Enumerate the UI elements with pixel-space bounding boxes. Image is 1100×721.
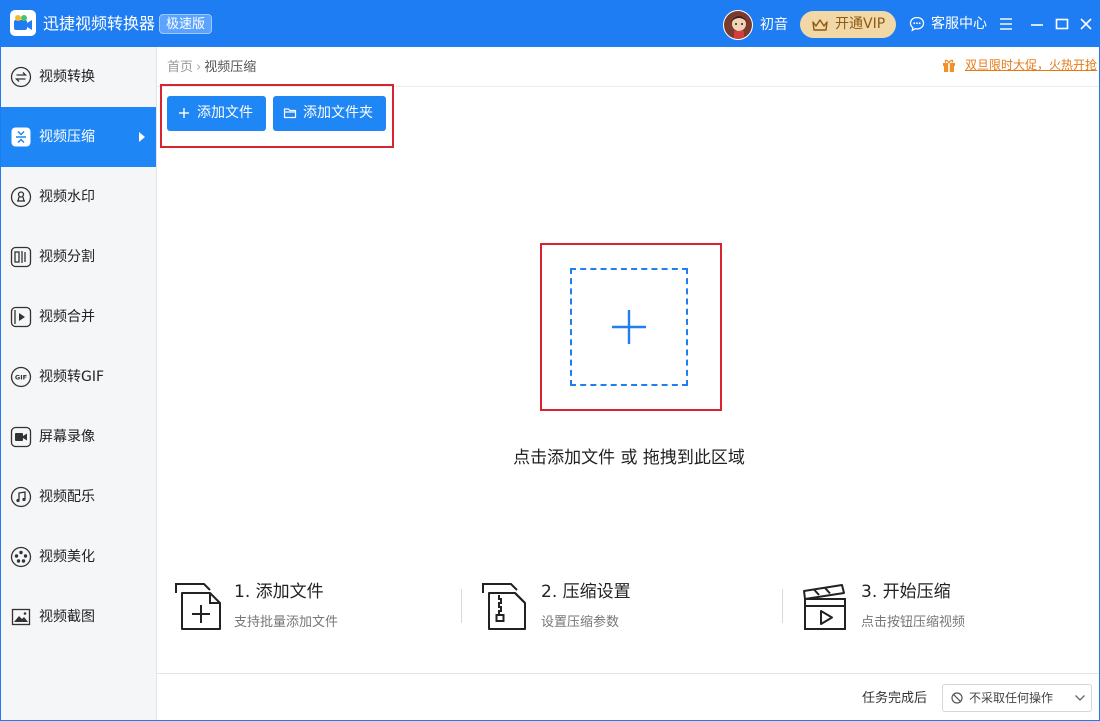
sidebar-item-watermark[interactable]: 视频水印 — [1, 167, 156, 227]
step-title: 3. 开始压缩 — [861, 582, 951, 602]
step-desc: 点击按钮压缩视频 — [861, 615, 966, 630]
vip-label: 开通VIP — [835, 16, 886, 32]
screenshot-icon — [11, 608, 31, 626]
support-label: 客服中心 — [931, 16, 987, 32]
username[interactable]: 初音 — [760, 16, 788, 34]
gift-icon — [943, 59, 955, 72]
vip-button[interactable]: 开通VIP — [800, 11, 896, 38]
compress-icon — [11, 127, 31, 147]
sidebar-item-music[interactable]: 视频配乐 — [1, 467, 156, 527]
app-window: 迅捷视频转换器 极速版 初音 开通VIP 客服中心 视频转换 视频压缩 视频水印… — [0, 0, 1100, 721]
compress-settings-step-icon — [482, 583, 526, 630]
after-task-label: 任务完成后 — [862, 691, 928, 706]
chevron-down-icon — [1075, 695, 1085, 701]
close-icon[interactable] — [1078, 16, 1094, 32]
after-task-value: 不采取任何操作 — [969, 691, 1054, 705]
breadcrumb-current: 视频压缩 — [204, 60, 257, 75]
sidebar-item-compress[interactable]: 视频压缩 — [1, 107, 156, 167]
sidebar-item-label: 视频配乐 — [39, 489, 95, 505]
crown-icon — [812, 19, 828, 31]
add-file-step-icon — [175, 583, 221, 630]
chat-icon — [909, 16, 925, 32]
active-arrow-icon — [139, 132, 145, 142]
sidebar-item-label: 视频合并 — [39, 309, 95, 325]
step-start-compress: 3. 开始压缩 点击按钮压缩视频 — [801, 579, 1061, 639]
step-add-file: 1. 添加文件 支持批量添加文件 — [174, 579, 434, 639]
sidebar-item-label: 视频截图 — [39, 609, 95, 625]
breadcrumb-home[interactable]: 首页 — [167, 60, 193, 75]
ban-icon — [951, 692, 963, 704]
step-divider — [461, 589, 462, 623]
sidebar-item-gif[interactable]: GIF 视频转GIF — [1, 347, 156, 407]
avatar[interactable] — [723, 10, 753, 40]
step-title: 1. 添加文件 — [234, 582, 324, 602]
add-file-label: 添加文件 — [197, 105, 253, 121]
sidebar-item-label: 视频压缩 — [39, 129, 95, 145]
sidebar-item-split[interactable]: 视频分割 — [1, 227, 156, 287]
folder-icon — [283, 108, 297, 119]
minimize-icon[interactable] — [1029, 16, 1045, 32]
add-folder-label: 添加文件夹 — [303, 105, 373, 121]
add-file-button[interactable]: 添加文件 — [167, 96, 266, 131]
plus-icon — [179, 108, 189, 118]
sidebar-item-label: 视频转GIF — [39, 369, 105, 385]
beautify-icon — [10, 546, 32, 568]
app-title: 迅捷视频转换器 — [43, 14, 156, 33]
step-compress-settings: 2. 压缩设置 设置压缩参数 — [481, 579, 741, 639]
sidebar-item-beautify[interactable]: 视频美化 — [1, 527, 156, 587]
step-desc: 支持批量添加文件 — [234, 615, 339, 630]
footer-divider — [157, 673, 1099, 674]
dropzone-hint: 点击添加文件 或 拖拽到此区域 — [513, 448, 745, 468]
record-icon — [10, 426, 32, 448]
edition-badge: 极速版 — [159, 14, 213, 34]
sidebar-item-screenshot[interactable]: 视频截图 — [1, 587, 156, 647]
sidebar-item-record[interactable]: 屏幕录像 — [1, 407, 156, 467]
sidebar-item-label: 屏幕录像 — [39, 429, 95, 445]
after-task-select[interactable]: 不采取任何操作 — [942, 684, 1092, 712]
sidebar-item-label: 视频美化 — [39, 549, 95, 565]
chevron-right-icon: › — [196, 60, 202, 75]
music-icon — [10, 486, 32, 508]
add-plus-icon[interactable] — [611, 309, 647, 345]
menu-icon[interactable] — [998, 16, 1014, 32]
sidebar-item-label: 视频分割 — [39, 249, 95, 265]
sidebar-item-convert[interactable]: 视频转换 — [1, 47, 156, 107]
split-icon — [10, 246, 32, 268]
breadcrumb: 首页 › 视频压缩 — [167, 59, 256, 76]
sidebar-item-label: 视频转换 — [39, 69, 95, 85]
svg-text:GIF: GIF — [15, 374, 27, 382]
sidebar: 视频转换 视频压缩 视频水印 视频分割 视频合并 GIF 视频转GIF 屏幕录像… — [1, 47, 157, 720]
convert-icon — [10, 66, 32, 88]
step-desc: 设置压缩参数 — [541, 615, 620, 630]
add-folder-button[interactable]: 添加文件夹 — [273, 96, 386, 131]
promo-text: 双旦限时大促，火热开抢 — [965, 58, 1098, 72]
app-logo-icon — [10, 10, 36, 36]
merge-icon — [10, 306, 32, 328]
step-divider — [782, 589, 783, 623]
sidebar-item-label: 视频水印 — [39, 189, 95, 205]
watermark-icon — [10, 186, 32, 208]
title-bar: 迅捷视频转换器 极速版 初音 开通VIP 客服中心 — [1, 1, 1099, 47]
clapperboard-icon — [803, 584, 846, 630]
gif-icon: GIF — [10, 366, 32, 388]
step-title: 2. 压缩设置 — [541, 582, 631, 602]
maximize-icon[interactable] — [1054, 16, 1070, 32]
sidebar-item-merge[interactable]: 视频合并 — [1, 287, 156, 347]
